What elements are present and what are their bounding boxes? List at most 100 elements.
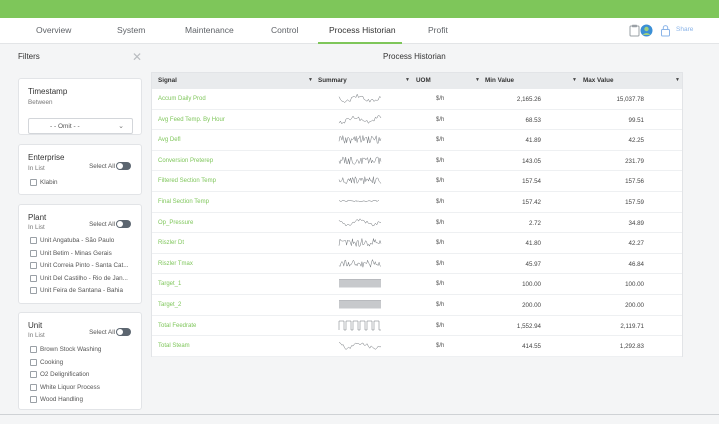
signal-link[interactable]: Target_1 [158,281,181,287]
tab-profit[interactable]: Profit [428,25,448,35]
max-value-cell: 46.84 [628,260,644,268]
table-row[interactable]: Conversion Preterep $/h 143.05 231.79 [152,151,682,172]
uom-cell: $/h [436,96,445,102]
table-row[interactable]: Filtered Section Temp $/h 157.54 157.56 [152,171,682,192]
unit-title: Unit [28,321,43,330]
min-value-cell: 200.00 [522,302,541,309]
signal-link[interactable]: Riszler Dt [158,240,184,246]
table-row[interactable]: Avg Defl $/h 41.89 42.25 [152,130,682,151]
active-tab-indicator [318,42,402,44]
user-avatar-icon[interactable] [640,24,653,37]
signal-link[interactable]: Target_2 [158,302,181,308]
checkbox[interactable] [30,358,37,366]
table-row[interactable]: Riszler Tmax $/h 45.97 46.84 [152,254,682,275]
table-header: Signal ▼ Summary ▼ UOM ▼ Min Value ▼ Max… [152,73,682,89]
sort-down-icon[interactable]: ▼ [475,77,480,83]
tab-control[interactable]: Control [271,25,298,35]
table-row[interactable]: Riszler Dt $/h 41.80 42.27 [152,233,682,254]
signal-link[interactable]: Op_Pressure [158,220,193,226]
timestamp-selected: - - Omit - - [50,123,80,130]
col-min-value[interactable]: Min Value [485,77,514,84]
min-value-cell: 41.89 [525,137,541,145]
share-lock-icon[interactable] [659,24,672,37]
enterprise-item-label: Klabin [40,179,58,186]
enterprise-sub: In List [28,165,45,172]
checkbox[interactable] [30,179,37,186]
checkbox[interactable] [30,249,37,257]
summary-sparkline [338,258,382,268]
summary-sparkline [338,342,382,351]
signal-link[interactable]: Total Steam [158,343,190,349]
unit-select-all-toggle[interactable] [116,328,131,336]
table-row[interactable]: Total Feedrate $/h 1,552.94 2,119.71 [152,316,682,337]
signal-link[interactable]: Riszler Tmax [158,261,193,267]
timestamp-dropdown[interactable]: - - Omit - - ⌄ [28,118,133,134]
min-value-cell: 143.05 [522,157,541,165]
min-value-cell: 157.42 [522,199,541,206]
uom-cell: $/h [436,219,445,226]
table-row[interactable]: Target_1 $/h 100.00 100.00 [152,274,682,295]
summary-sparkline [338,238,382,247]
checkbox[interactable] [30,371,37,378]
tab-system[interactable]: System [117,25,145,35]
unit-item-label: White Liquor Process [40,383,100,391]
tab-overview[interactable]: Overview [36,25,71,35]
enterprise-filter: Enterprise In List Select All Klabin [18,144,142,195]
sort-down-icon[interactable]: ▼ [405,77,410,83]
checkbox[interactable] [30,237,37,244]
sort-down-icon[interactable]: ▼ [572,77,577,83]
plant-select-all-toggle[interactable] [116,220,131,228]
signal-link[interactable]: Avg Defl [158,137,181,143]
enterprise-select-all-toggle[interactable] [116,162,131,170]
table-row[interactable]: Avg Feed Temp. By Hour $/h 68.53 99.51 [152,110,682,131]
checkbox[interactable] [30,287,37,294]
min-value-cell: 1,552.94 [516,322,541,330]
checkbox[interactable] [30,262,37,269]
min-value-cell: 157.54 [522,178,541,186]
checkbox[interactable] [30,346,37,353]
summary-sparkline [338,156,382,165]
col-signal[interactable]: Signal [158,77,177,84]
min-value-cell: 100.00 [522,281,541,289]
max-value-cell: 15,037.78 [616,96,644,103]
checkbox[interactable] [30,396,37,403]
min-value-cell: 45.97 [525,260,541,268]
uom-cell: $/h [436,322,445,329]
table-row[interactable]: Accum Daily Prod $/h 2,165.26 15,037.78 [152,89,682,110]
signal-link[interactable]: Accum Daily Prod [158,96,206,102]
signal-link[interactable]: Filtered Section Temp [158,178,216,184]
checkbox[interactable] [30,274,37,282]
sort-down-icon[interactable]: ▼ [675,77,680,83]
plant-item-label: Unit Correia Pinto - Santa Cat... [40,262,129,269]
signal-link[interactable]: Total Feedrate [158,323,196,329]
checkbox[interactable] [30,383,37,391]
signal-link[interactable]: Conversion Preterep [158,158,213,164]
signal-link[interactable]: Avg Feed Temp. By Hour [158,117,225,123]
table-row[interactable]: Final Section Temp $/h 157.42 157.59 [152,192,682,213]
table-row[interactable]: Total Steam $/h 414.55 1,292.83 [152,336,682,357]
unit-item-label: Cooking [40,358,64,366]
col-uom[interactable]: UOM [416,77,431,84]
signal-link[interactable]: Final Section Temp [158,199,209,205]
table-row[interactable]: Op_Pressure $/h 2.72 34.89 [152,213,682,234]
summary-sparkline [339,279,381,288]
summary-sparkline [338,199,380,203]
tab-process-historian[interactable]: Process Historian [329,25,396,35]
max-value-cell: 231.79 [625,157,644,165]
plant-filter: Plant In List Select All Unit Angatuba -… [18,204,142,304]
summary-sparkline [338,114,382,124]
close-icon[interactable]: ✕ [132,50,142,64]
unit-item-label: Brown Stock Washing [40,346,102,353]
min-value-cell: 2,165.26 [516,96,541,103]
uom-cell: $/h [436,240,445,247]
tab-maintenance[interactable]: Maintenance [185,25,234,35]
plant-item-label: Unit Betim - Minas Gerais [40,249,112,257]
table-row[interactable]: Target_2 $/h 200.00 200.00 [152,295,682,316]
sort-down-icon[interactable]: ▼ [308,77,313,83]
page-title: Process Historian [383,52,446,61]
col-summary[interactable]: Summary [318,77,347,84]
share-button[interactable]: Share [676,26,693,33]
plant-item-label: Unit Feira de Santana - Bahia [40,287,123,294]
unit-sub: In List [28,332,45,339]
col-max-value[interactable]: Max Value [583,77,613,84]
